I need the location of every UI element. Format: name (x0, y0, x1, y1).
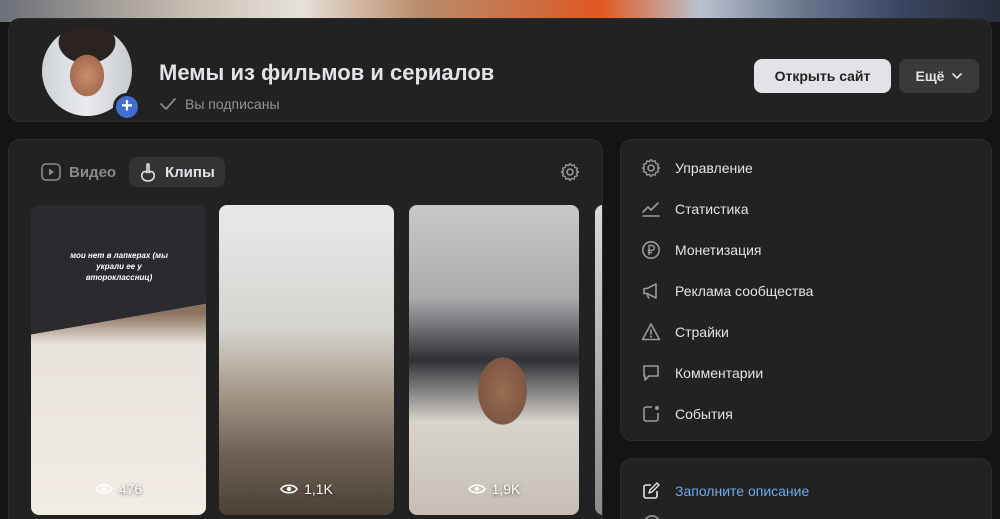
eye-icon (94, 484, 113, 494)
clip-caption: мои нет в лапкерах (мы украли ее у второ… (70, 251, 168, 282)
menu-item-monetization[interactable]: Монетизация (641, 238, 762, 262)
menu-item-label: События (675, 406, 733, 422)
clip-card-partial[interactable] (595, 205, 602, 515)
open-site-label: Открыть сайт (774, 68, 871, 84)
clip-views-count: 1,1K (304, 481, 333, 497)
menu-item-label: Страйки (675, 324, 729, 340)
more-button[interactable]: Ещё (899, 59, 979, 93)
comment-icon (643, 365, 659, 381)
clips-icon (140, 163, 156, 182)
menu-item-ads[interactable]: Реклама сообщества (641, 279, 813, 303)
clip-views: 476 (31, 481, 206, 497)
menu-item-events[interactable]: События (641, 402, 733, 426)
clip-views-count: 1,9K (491, 481, 521, 497)
event-icon (643, 406, 659, 422)
description-card: Заполните описание (620, 458, 992, 519)
menu-item-strikes[interactable]: Страйки (641, 320, 729, 344)
tab-clips[interactable]: Клипы (129, 157, 225, 187)
chevron-down-icon (952, 73, 963, 79)
tab-clips-label: Клипы (165, 163, 215, 181)
clips-panel: Видео Клипы мои нет в лапкерах (мы украл… (8, 139, 603, 519)
community-title: Мемы из фильмов и сериалов (159, 60, 495, 85)
management-menu: Управление Статистика Монетизация Реклам… (620, 139, 992, 441)
eye-icon (467, 484, 486, 494)
subscription-status[interactable]: Вы подписаны (159, 96, 280, 112)
menu-item-label: Комментарии (675, 365, 764, 381)
edit-icon (643, 482, 660, 499)
eye-icon (280, 484, 299, 494)
menu-item-management[interactable]: Управление (641, 156, 753, 180)
clip-card[interactable]: мои нет в лапкерах (мы украли ее у второ… (31, 205, 206, 515)
clip-views: 1,9K (409, 481, 579, 497)
clip-views: 1,1K (219, 481, 394, 497)
menu-item-statistics[interactable]: Статистика (641, 197, 749, 221)
open-site-button[interactable]: Открыть сайт (754, 59, 891, 93)
gear-icon (641, 158, 661, 178)
play-icon (41, 163, 61, 181)
community-header: + Мемы из фильмов и сериалов Вы подписан… (8, 18, 992, 122)
megaphone-icon (643, 283, 657, 299)
fill-description-label: Заполните описание (675, 483, 810, 499)
community-avatar[interactable]: + (39, 23, 141, 121)
add-avatar-icon[interactable]: + (113, 93, 141, 121)
chart-icon (642, 202, 660, 217)
clip-card[interactable]: 1,1K (219, 205, 394, 515)
menu-item-label: Реклама сообщества (675, 283, 814, 299)
tab-video-label: Видео (69, 163, 117, 181)
subscription-status-label: Вы подписаны (185, 96, 280, 112)
checkmark-icon (160, 98, 176, 110)
menu-item-label: Статистика (675, 201, 749, 217)
menu-item-label: Монетизация (675, 242, 762, 258)
menu-item-comments[interactable]: Комментарии (641, 361, 763, 385)
more-label: Ещё (915, 68, 945, 84)
warning-icon (641, 323, 661, 341)
clip-card[interactable]: 1,9K (409, 205, 579, 515)
gear-icon[interactable] (560, 162, 580, 182)
menu-item-label: Управление (675, 160, 753, 176)
next-item-icon (643, 515, 661, 519)
ruble-icon (642, 241, 660, 259)
fill-description-link[interactable]: Заполните описание (641, 481, 809, 501)
tab-video[interactable]: Видео (31, 157, 126, 187)
clip-views-count: 476 (118, 481, 143, 497)
